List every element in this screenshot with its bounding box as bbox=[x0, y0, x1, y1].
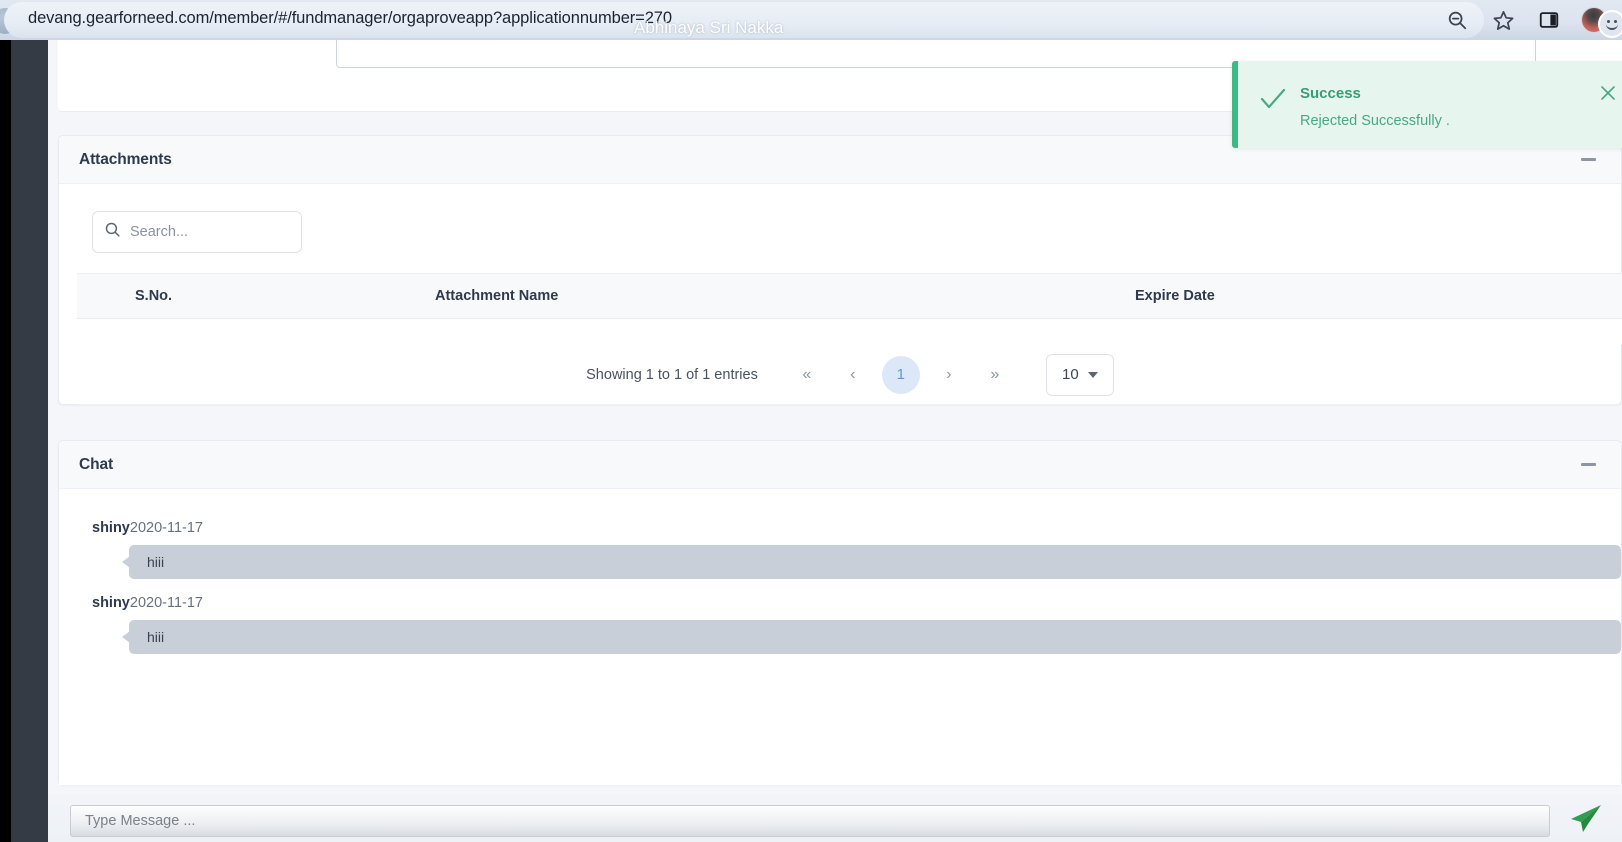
send-message-button[interactable] bbox=[1562, 804, 1608, 839]
toast-close-icon[interactable] bbox=[1598, 83, 1618, 103]
chat-bubble-line: hiii bbox=[59, 620, 1621, 654]
smiley-icon[interactable] bbox=[1598, 10, 1622, 38]
attachments-table-header: S.No. Attachment Name Expire Date bbox=[77, 273, 1622, 319]
chat-message-bubble: hiii bbox=[122, 545, 1621, 579]
check-icon bbox=[1260, 88, 1286, 115]
attachments-table-body bbox=[77, 319, 1622, 345]
chat-message-bubble: hiii bbox=[122, 620, 1621, 654]
attachments-search-box[interactable] bbox=[92, 211, 302, 253]
browser-toolbar: devang.gearforneed.com/member/#/fundmana… bbox=[0, 0, 1622, 40]
attachments-card: Attachments Search... S.No. Attachment N… bbox=[58, 135, 1622, 405]
success-toast: Success Rejected Successfully . bbox=[1232, 61, 1622, 148]
side-panel-icon[interactable] bbox=[1526, 0, 1572, 40]
main-content: Attachments Search... S.No. Attachment N… bbox=[48, 40, 1622, 842]
chat-message-input[interactable] bbox=[70, 805, 1550, 837]
chat-message-user: shiny bbox=[92, 520, 130, 536]
chat-collapse-button[interactable] bbox=[1575, 452, 1601, 478]
screen-recorder-watermark: Abhinaya Sri Nakka bbox=[634, 18, 784, 37]
zoom-out-icon[interactable] bbox=[1434, 0, 1480, 40]
chat-message-list: shiny2020-11-17 hiii shiny2020-11-17 hii… bbox=[59, 489, 1621, 785]
chat-composer-bar bbox=[48, 795, 1622, 842]
pagination-next-button[interactable]: › bbox=[926, 356, 972, 394]
browser-toolbar-icons bbox=[1434, 0, 1622, 40]
attachments-search-wrap bbox=[92, 211, 302, 253]
page-viewport: Attachments Search... S.No. Attachment N… bbox=[0, 40, 1622, 842]
chat-message: shiny2020-11-17 hiii bbox=[59, 517, 1621, 579]
chat-bubble-line: hiii bbox=[59, 545, 1621, 579]
chat-message-meta: shiny2020-11-17 bbox=[59, 517, 1621, 539]
pagination-first-button[interactable]: « bbox=[784, 356, 830, 394]
pagination-prev-button[interactable]: ‹ bbox=[830, 356, 876, 394]
chat-card: Chat shiny2020-11-17 hiii shiny2020-11-1… bbox=[58, 440, 1622, 785]
minus-icon bbox=[1580, 158, 1596, 161]
profile-avatar[interactable] bbox=[1572, 0, 1622, 40]
address-bar-url[interactable]: devang.gearforneed.com/member/#/fundmana… bbox=[28, 9, 672, 28]
toast-message: Rejected Successfully . bbox=[1300, 113, 1450, 129]
page-size-select[interactable]: 10 bbox=[1045, 353, 1114, 396]
pagination-page-1[interactable]: 1 bbox=[881, 355, 920, 394]
chevron-down-icon bbox=[1087, 371, 1098, 378]
column-header-attachment-name: Attachment Name bbox=[435, 288, 559, 304]
window-edge bbox=[0, 40, 11, 842]
pagination-last-button[interactable]: » bbox=[972, 356, 1018, 394]
chat-title: Chat bbox=[79, 455, 114, 473]
column-header-expire-date: Expire Date bbox=[1135, 288, 1215, 304]
attachments-search-input[interactable] bbox=[130, 224, 280, 240]
send-paper-plane-icon bbox=[1568, 804, 1602, 839]
page-size-value: 10 bbox=[1062, 366, 1079, 383]
chat-card-header: Chat bbox=[59, 441, 1621, 489]
attachments-pagination: Showing 1 to 1 of 1 entries « ‹ 1 › » 10 bbox=[77, 345, 1622, 405]
column-header-sno: S.No. bbox=[135, 288, 173, 304]
toast-title: Success bbox=[1300, 85, 1361, 102]
attachments-collapse-button[interactable] bbox=[1575, 147, 1601, 173]
star-icon[interactable] bbox=[1480, 0, 1526, 40]
sidebar-nav[interactable] bbox=[11, 40, 48, 842]
chat-message: shiny2020-11-17 hiii bbox=[59, 592, 1621, 654]
search-icon bbox=[104, 221, 121, 243]
chat-message-date: 2020-11-17 bbox=[129, 520, 203, 536]
minus-icon bbox=[1580, 463, 1596, 466]
chat-message-date: 2020-11-17 bbox=[129, 595, 203, 611]
attachments-title: Attachments bbox=[79, 150, 172, 168]
pagination-info: Showing 1 to 1 of 1 entries bbox=[586, 366, 758, 383]
chat-message-meta: shiny2020-11-17 bbox=[59, 592, 1621, 614]
app-root: devang.gearforneed.com/member/#/fundmana… bbox=[0, 0, 1622, 842]
attachments-body: S.No. Attachment Name Expire Date Showin… bbox=[59, 184, 1622, 405]
chat-message-user: shiny bbox=[92, 595, 130, 611]
